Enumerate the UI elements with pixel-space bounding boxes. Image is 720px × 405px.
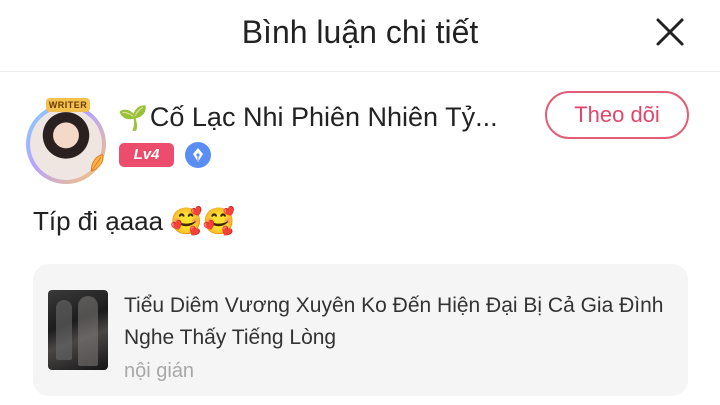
book-title: Tiểu Diêm Vương Xuyên Ko Đến Hiện Đại Bị…: [124, 294, 664, 349]
book-tag: nội gián: [124, 360, 195, 382]
comment-text: Típ đi ạaaa 🥰🥰: [33, 202, 235, 240]
smiling-hearts-emoji: 🥰: [202, 206, 236, 236]
level-badge: Lv4: [119, 143, 174, 167]
follow-button[interactable]: Theo dõi: [545, 91, 689, 139]
smiling-hearts-emoji: 🥰: [170, 206, 203, 236]
book-cover: [48, 290, 108, 370]
writer-frame-badge: WRITER: [46, 98, 90, 112]
book-card[interactable]: Tiểu Diêm Vương Xuyên Ko Đến Hiện Đại Bị…: [33, 264, 688, 396]
username[interactable]: 🌱Cố Lạc Nhi Phiên Nhiên Tỷ...: [118, 98, 518, 138]
comment-body: Típ đi ạaaa: [33, 206, 164, 236]
pen-nib-icon: [193, 148, 203, 162]
sheet-header: Bình luận chi tiết: [0, 0, 720, 72]
pen-badge: [185, 142, 211, 168]
username-text: Cố Lạc Nhi Phiên Nhiên Tỷ...: [149, 102, 498, 132]
close-button[interactable]: [648, 12, 692, 52]
sprout-icon: 🌱: [118, 105, 148, 132]
avatar[interactable]: WRITER: [24, 98, 110, 184]
page-title: Bình luận chi tiết: [241, 14, 479, 50]
close-icon: [656, 18, 684, 46]
comment-detail-sheet: Bình luận chi tiết WRITER 🌱Cố Lạc Nhi Ph…: [0, 0, 720, 405]
